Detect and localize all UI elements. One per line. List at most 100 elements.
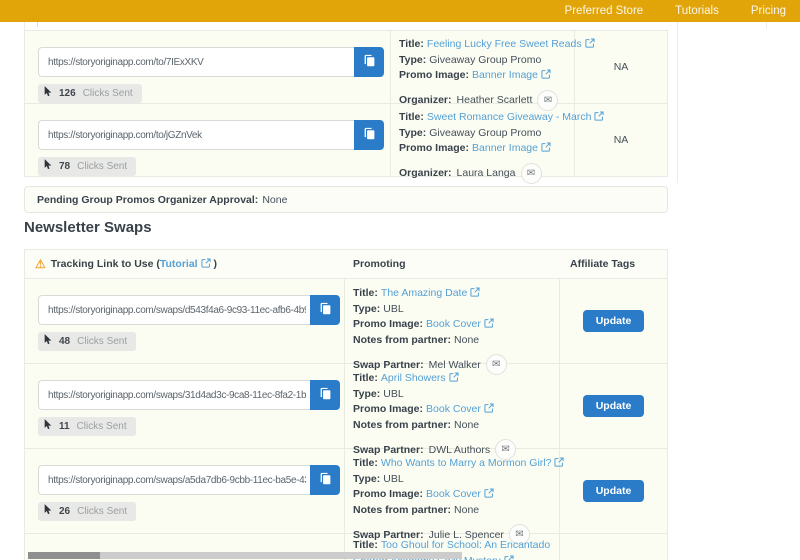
tracking-link-group (38, 295, 340, 325)
tracking-link-input[interactable] (38, 120, 354, 150)
clicks-sent-badge: 126 Clicks Sent (38, 84, 142, 103)
clicks-sent-badge: 48 Clicks Sent (38, 332, 137, 351)
external-link-icon (484, 318, 494, 328)
tracking-link-cell: 26 Clicks Sent (25, 449, 345, 533)
email-organizer-button[interactable]: ✉ (520, 162, 542, 184)
header-tracking-link: ⚠ Tracking Link to Use (Tutorial ) (25, 258, 345, 270)
external-link-icon (470, 287, 480, 297)
promo-image-link[interactable]: Book Cover (426, 403, 481, 415)
update-button[interactable]: Update (582, 395, 645, 417)
copy-link-button[interactable] (310, 380, 340, 410)
copy-link-button[interactable] (354, 47, 384, 77)
type-label: Type: (353, 472, 381, 485)
cursor-icon (44, 86, 52, 100)
tracking-link-cell: 126 Clicks Sent (25, 31, 391, 103)
swap-type: UBL (383, 302, 404, 315)
promo-image-label: Promo Image: (399, 142, 470, 154)
external-link-icon (201, 258, 211, 268)
header-tracking-text: Tracking Link to Use (Tutorial ) (50, 258, 218, 270)
swap-type: UBL (383, 387, 404, 400)
copy-link-button[interactable] (354, 120, 384, 150)
promo-image-link[interactable]: Banner Image (472, 142, 538, 154)
pending-approval-value: None (262, 193, 288, 206)
external-link-icon (541, 69, 551, 79)
promo-type: Giveaway Group Promo (429, 126, 542, 139)
table-row: 48 Clicks Sent Title:The Amazing Date Ty… (25, 279, 667, 375)
notes-value: None (454, 503, 480, 516)
swap-title-link[interactable]: Who Wants to Marry a Mormon Girl? (381, 457, 552, 469)
copy-link-button[interactable] (310, 295, 340, 325)
copy-icon (319, 472, 332, 488)
affiliate-tags-cell: NA (575, 104, 667, 176)
affiliate-tags-cell (560, 534, 667, 560)
newsletter-swaps-table: ⚠ Tracking Link to Use (Tutorial ) Promo… (24, 249, 668, 560)
promo-title-link[interactable]: Feeling Lucky Free Sweet Reads (427, 38, 582, 50)
table-row: 78 Clicks Sent Title:Sweet Romance Givea… (25, 104, 667, 184)
clicks-label: Clicks Sent (77, 335, 128, 347)
promoting-cell: Title: Feeling Lucky Free Sweet Reads Typ… (391, 31, 595, 111)
tracking-link-input[interactable] (38, 465, 310, 495)
tutorial-link[interactable]: Tutorial (160, 258, 198, 270)
external-link-icon (449, 372, 459, 382)
newsletter-swaps-heading: Newsletter Swaps (24, 219, 152, 236)
title-label: Title: (353, 287, 378, 299)
promo-title-link[interactable]: Sweet Romance Giveaway - March (427, 111, 592, 123)
notes-label: Notes from partner: (353, 503, 452, 516)
nav-preferred-store[interactable]: Preferred Store (565, 5, 644, 17)
border-stub (37, 22, 38, 27)
title-label: Title: (353, 539, 378, 551)
update-button[interactable]: Update (582, 480, 645, 502)
nav-tutorials[interactable]: Tutorials (675, 5, 719, 17)
copy-link-button[interactable] (310, 465, 340, 495)
nav-pricing[interactable]: Pricing (751, 5, 786, 17)
clicks-sent-badge: 26 Clicks Sent (38, 502, 137, 521)
border-stub (766, 22, 767, 29)
promo-image-link[interactable]: Book Cover (426, 318, 481, 330)
promoting-cell: Title: The Amazing Date Type: UBL Promo Im… (345, 279, 560, 375)
promoting-cell: Title: April Showers Type: UBL Promo Image… (345, 364, 560, 460)
promo-type: Giveaway Group Promo (429, 53, 542, 66)
cursor-icon (44, 334, 52, 348)
external-link-icon (484, 488, 494, 498)
title-label: Title: (399, 38, 424, 50)
table-row: 26 Clicks Sent Title:Who Wants to Marry … (25, 449, 667, 545)
tracking-link-input[interactable] (38, 295, 310, 325)
copy-icon (363, 54, 376, 70)
group-promos-table: 126 Clicks Sent Title:Feeling Lucky Free… (24, 30, 668, 184)
clicks-label: Clicks Sent (82, 87, 133, 99)
title-label: Title: (353, 372, 378, 384)
external-link-icon (541, 142, 551, 152)
clicks-label: Clicks Sent (77, 505, 128, 517)
pending-approval-label: Pending Group Promos Organizer Approval: (37, 193, 259, 206)
notes-label: Notes from partner: (353, 418, 452, 431)
promo-image-label: Promo Image: (353, 403, 424, 415)
swap-title-link[interactable]: The Amazing Date (381, 287, 467, 299)
notes-label: Notes from partner: (353, 333, 452, 346)
promoting-cell: Title: Sweet Romance Giveaway - March Typ… (391, 104, 605, 184)
swap-title-link[interactable]: April Showers (381, 372, 446, 384)
affiliate-tags-cell: Update (560, 279, 667, 363)
tracking-link-input[interactable] (38, 380, 310, 410)
clicks-count: 126 (59, 87, 76, 99)
promoting-cell: Title: Who Wants to Marry a Mormon Girl? … (345, 449, 565, 545)
type-label: Type: (399, 53, 427, 66)
title-label: Title: (399, 111, 424, 123)
clicks-sent-badge: 78 Clicks Sent (38, 157, 137, 176)
external-link-icon (484, 403, 494, 413)
page: Preferred Store Tutorials Pricing https:… (0, 0, 800, 560)
promo-image-link[interactable]: Banner Image (472, 69, 538, 81)
affiliate-tags-cell: NA (575, 31, 667, 103)
horizontal-scrollbar-thumb[interactable] (28, 552, 100, 559)
affiliate-tags-cell: Update (560, 449, 667, 533)
promo-image-link[interactable]: Book Cover (426, 488, 481, 500)
update-button[interactable]: Update (582, 310, 645, 332)
promo-image-label: Promo Image: (353, 488, 424, 500)
copy-icon (319, 387, 332, 403)
notes-value: None (454, 333, 480, 346)
affiliate-tags-value: NA (613, 61, 629, 73)
notes-value: None (454, 418, 480, 431)
tracking-link-input[interactable] (38, 47, 354, 77)
clicks-count: 78 (59, 160, 71, 172)
table-header-row: ⚠ Tracking Link to Use (Tutorial ) Promo… (25, 250, 667, 279)
affiliate-tags-value: NA (613, 134, 629, 146)
